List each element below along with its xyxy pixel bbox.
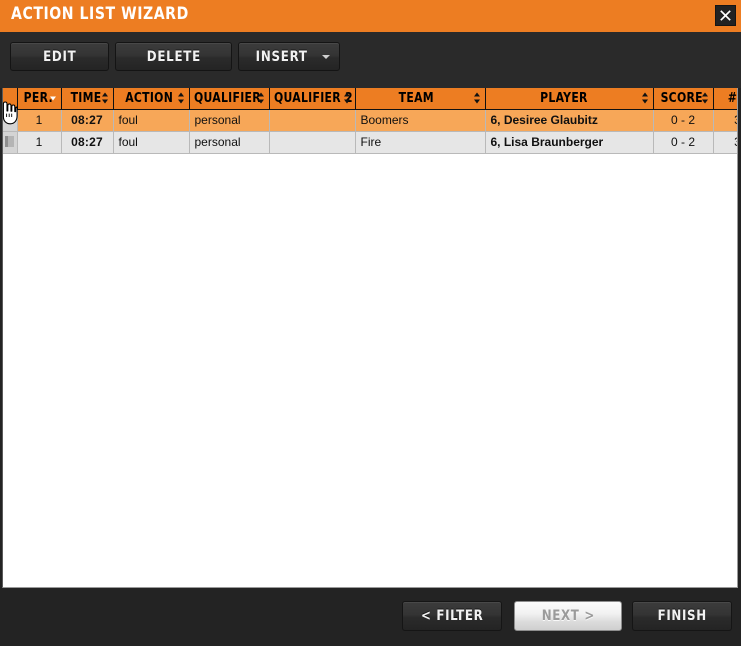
- cell-qualifier[interactable]: personal: [189, 109, 270, 132]
- column-header-label-number: #: [727, 90, 737, 106]
- finish-button-label: Finish: [657, 608, 707, 624]
- column-header-action[interactable]: Action: [113, 88, 190, 110]
- column-header-player[interactable]: Player: [485, 88, 654, 110]
- sort-toggle-icon-qualifier[interactable]: [257, 92, 265, 104]
- delete-button-label: Delete: [146, 48, 201, 65]
- column-header-team[interactable]: Team: [355, 88, 486, 110]
- table-header-row: Per. Time Action Qualifier Qualifier 2 Team Pl…: [3, 88, 737, 110]
- cell-per[interactable]: 1: [17, 109, 62, 132]
- column-header-label-time: Time: [70, 90, 101, 106]
- column-header-qualifier2[interactable]: Qualifier 2: [269, 88, 356, 110]
- sort-toggle-icon-time[interactable]: [101, 92, 109, 104]
- window-title: Action List Wizard: [11, 4, 189, 24]
- table-header: Per. Time Action Qualifier Qualifier 2 Team Pl…: [3, 88, 737, 110]
- cell-player[interactable]: 6, Lisa Braunberger: [485, 131, 654, 154]
- delete-button[interactable]: Delete: [115, 42, 232, 71]
- filter-button[interactable]: < Filter: [402, 601, 502, 631]
- chevron-down-icon[interactable]: [322, 54, 330, 59]
- wizard-footer: < Filter Next > Finish: [0, 588, 741, 646]
- row-marker-icon: [5, 135, 14, 147]
- column-header-label-team: Team: [398, 90, 434, 106]
- insert-button-label: Insert: [255, 48, 309, 65]
- row-selector-cell[interactable]: [3, 131, 18, 154]
- filter-button-label: < Filter: [420, 608, 484, 624]
- cell-team[interactable]: Boomers: [355, 109, 486, 132]
- column-header-number[interactable]: #: [713, 88, 737, 110]
- sort-toggle-icon-team[interactable]: [473, 92, 481, 104]
- cell-team[interactable]: Fire: [355, 131, 486, 154]
- toolbar-inner: Edit Delete Insert: [4, 32, 738, 88]
- row-header-corner: [3, 88, 18, 110]
- cell-number[interactable]: 35: [713, 131, 737, 154]
- cell-qualifier2[interactable]: [269, 109, 356, 132]
- cell-number[interactable]: 37: [713, 109, 737, 132]
- action-list-wizard-window: Action List Wizard Edit Delete Insert: [0, 0, 741, 646]
- edit-button[interactable]: Edit: [10, 42, 109, 71]
- sort-toggle-icon-action[interactable]: [177, 92, 185, 104]
- row-selector-cell[interactable]: [3, 109, 18, 132]
- action-toolbar: Edit Delete Insert: [0, 32, 741, 88]
- column-header-time[interactable]: Time: [61, 88, 114, 110]
- cell-score[interactable]: 0 - 2: [653, 131, 714, 154]
- column-header-label-qualifier2: Qualifier 2: [273, 90, 353, 106]
- column-header-label-score: Score: [660, 90, 703, 106]
- sort-descending-icon-per[interactable]: [49, 93, 57, 104]
- column-header-per[interactable]: Per.: [17, 88, 62, 110]
- sort-toggle-icon-qualifier2[interactable]: [343, 92, 351, 104]
- cell-qualifier2[interactable]: [269, 131, 356, 154]
- table-body: 1 08:27 foul personal Boomers 6, Desiree Glau…: [3, 109, 737, 154]
- table-row[interactable]: 1 08:27 foul personal Fire 6, Lisa Braunberge…: [3, 131, 737, 154]
- insert-button[interactable]: Insert: [238, 42, 340, 71]
- finish-button[interactable]: Finish: [632, 601, 732, 631]
- cell-player[interactable]: 6, Desiree Glaubitz: [485, 109, 654, 132]
- cell-time[interactable]: 08:27: [61, 109, 114, 132]
- cell-qualifier[interactable]: personal: [189, 131, 270, 154]
- table-row[interactable]: 1 08:27 foul personal Boomers 6, Desiree Glau…: [3, 109, 737, 132]
- sort-toggle-icon-player[interactable]: [641, 92, 649, 104]
- cell-time[interactable]: 08:27: [61, 131, 114, 154]
- sort-toggle-icon-score[interactable]: [701, 92, 709, 104]
- close-button[interactable]: [715, 5, 736, 26]
- next-button[interactable]: Next >: [514, 601, 622, 631]
- action-list-table-container[interactable]: Per. Time Action Qualifier Qualifier 2 Team Pl…: [2, 88, 738, 588]
- column-header-qualifier[interactable]: Qualifier: [189, 88, 270, 110]
- window-title-bar: Action List Wizard: [0, 0, 741, 32]
- cell-action[interactable]: foul: [113, 131, 190, 154]
- edit-button-label: Edit: [42, 48, 77, 65]
- column-header-score[interactable]: Score: [653, 88, 714, 110]
- column-header-label-qualifier: Qualifier: [193, 90, 261, 106]
- column-header-label-action: Action: [124, 90, 173, 106]
- cell-per[interactable]: 1: [17, 131, 62, 154]
- cell-score[interactable]: 0 - 2: [653, 109, 714, 132]
- action-list-table: Per. Time Action Qualifier Qualifier 2 Team Pl…: [3, 88, 737, 154]
- next-button-label: Next >: [541, 608, 595, 624]
- column-header-label-player: Player: [539, 90, 588, 106]
- cell-action[interactable]: foul: [113, 109, 190, 132]
- close-icon: [720, 10, 731, 21]
